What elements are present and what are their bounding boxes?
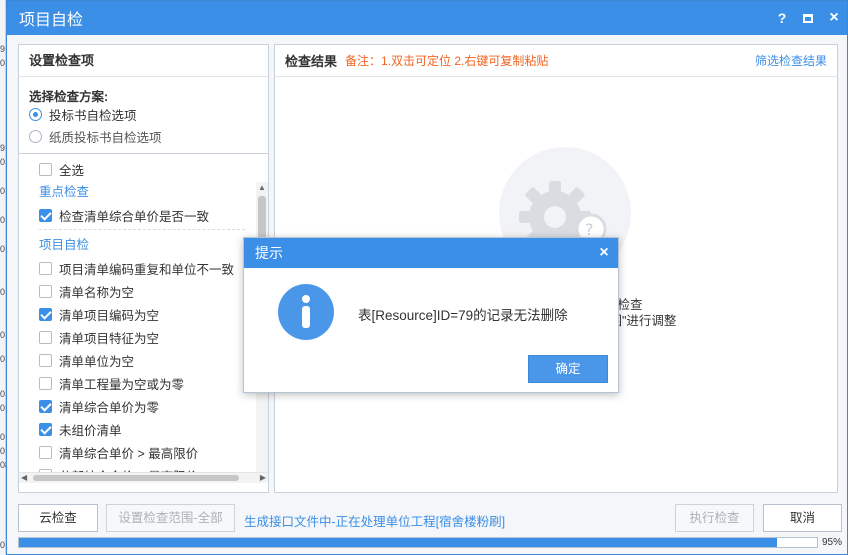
checkbox-checked-icon [39, 423, 52, 436]
gutter-number: 0 [0, 446, 6, 456]
check-item[interactable]: 清单项目特征为空 [19, 326, 255, 349]
scheme-label: 纸质投标书自检选项 [49, 130, 162, 145]
group-divider [39, 229, 245, 230]
gutter-number: 0 [0, 244, 6, 254]
filter-results-link[interactable]: 筛选检查结果 [755, 52, 827, 69]
checkbox-icon [39, 354, 52, 367]
close-button[interactable]: × [821, 5, 847, 31]
checkbox-icon [39, 163, 52, 176]
check-item-label: 未组价清单 [59, 424, 122, 438]
cloud-check-button[interactable]: 云检查 [18, 504, 98, 532]
set-check-range-button[interactable]: 设置检查范围-全部 [106, 504, 235, 532]
check-item[interactable]: 清单综合单价为零 [19, 395, 255, 418]
gutter-number: 0 [0, 215, 6, 225]
dialog-close-button[interactable]: × [590, 244, 618, 262]
ok-button[interactable]: 确定 [528, 355, 608, 383]
check-item-label: 检查清单综合单价是否一致 [59, 210, 210, 224]
checkbox-checked-icon [39, 308, 52, 321]
gutter-number: 0 [0, 287, 6, 297]
dialog-title: 提示 [255, 245, 283, 261]
progress-percent: 95% [822, 537, 843, 548]
check-item-label: 清单单位为空 [59, 355, 135, 369]
restore-button[interactable] [795, 5, 821, 31]
group-title-self-check: 项目自检 [39, 238, 90, 252]
check-items-content: 全选 重点检查 检查清单综合单价是否一致 项目自检 项目清单编码重复和单位不一致… [19, 154, 255, 483]
check-settings-panel: 设置检查项 选择检查方案: 投标书自检选项 纸质投标书自检选项 全选 重点检查 … [18, 44, 269, 493]
window-title: 项目自检 [19, 12, 84, 29]
check-item-label: 项目清单编码重复和单位不一致 [59, 263, 235, 277]
gutter-number: 0 [0, 389, 6, 399]
check-item[interactable]: 清单名称为空 [19, 280, 255, 303]
radio-selected-icon [29, 107, 42, 121]
checkbox-icon [39, 285, 52, 298]
gutter-number: 9 [0, 44, 6, 54]
panel-title: 设置检查项 [19, 45, 268, 77]
scheme-title: 选择检查方案: [29, 90, 109, 104]
gutter-number: 0 [0, 330, 6, 340]
status-text: 生成接口文件中-正在处理单位工程[宿舍楼粉刷] [244, 515, 506, 529]
gutter-number: 0 [0, 403, 6, 413]
checkbox-checked-icon [39, 400, 52, 413]
gutter-number: 0 [0, 540, 6, 550]
checkbox-label: 全选 [59, 164, 85, 178]
help-button[interactable]: ? [769, 5, 795, 31]
restore-icon [803, 13, 813, 23]
info-icon [278, 284, 334, 340]
progress-fill [19, 538, 778, 547]
check-item-label: 清单项目特征为空 [59, 332, 160, 346]
project-self-check-window: 项目自检 ? × 设置检查项 选择检查方案: 投标书自检选项 纸质投标书自检选项… [6, 0, 848, 555]
checkbox-checked-icon [39, 209, 52, 222]
scrollbar-thumb[interactable] [33, 475, 239, 481]
alert-dialog: 提示 × 表[Resource]ID=79的记录无法删除 确定 [243, 237, 619, 393]
check-item[interactable]: 检查清单综合单价是否一致 [19, 204, 255, 227]
check-item-label: 清单综合单价为零 [59, 401, 160, 415]
gutter-number: 0 [0, 354, 6, 364]
run-check-button[interactable]: 执行检查 [675, 504, 754, 532]
dialog-titlebar: 提示 × [244, 238, 618, 268]
check-item-label: 清单名称为空 [59, 286, 135, 300]
results-header: 检查结果 备注：1.双击可定位 2.右键可复制粘贴 筛选检查结果 [275, 45, 837, 77]
checkbox-icon [39, 262, 52, 275]
check-item[interactable]: 清单工程量为空或为零 [19, 372, 255, 395]
select-all-checkbox[interactable]: 全选 [19, 158, 255, 181]
results-title: 检查结果 [285, 54, 338, 69]
scheme-option-bid[interactable]: 投标书自检选项 [19, 103, 268, 125]
window-titlebar: 项目自检 ? × [7, 1, 847, 35]
check-items-list: 全选 重点检查 检查清单综合单价是否一致 项目自检 项目清单编码重复和单位不一致… [19, 153, 268, 483]
checkbox-icon [39, 377, 52, 390]
dialog-message: 表[Resource]ID=79的记录无法删除 [358, 308, 568, 323]
results-note: 备注：1.双击可定位 2.右键可复制粘贴 [345, 54, 549, 68]
checkbox-icon [39, 446, 52, 459]
check-item[interactable]: 未组价清单 [19, 418, 255, 441]
check-item-label: 清单工程量为空或为零 [59, 378, 185, 392]
scheme-option-paper[interactable]: 纸质投标书自检选项 [19, 125, 268, 147]
checkbox-icon [39, 331, 52, 344]
gutter-number: 0 [0, 432, 6, 442]
group-title-key-check: 重点检查 [39, 185, 90, 199]
cancel-button[interactable]: 取消 [763, 504, 842, 532]
check-item[interactable]: 清单单位为空 [19, 349, 255, 372]
scroll-right-icon[interactable]: ▶ [260, 473, 266, 482]
gutter-number: 9 [0, 143, 6, 153]
scheme-label: 投标书自检选项 [49, 108, 137, 123]
radio-icon [29, 129, 42, 143]
gutter-number: 0 [0, 157, 6, 167]
check-item-label: 清单综合单价 > 最高限价 [59, 447, 199, 461]
check-item[interactable]: 清单项目编码为空 [19, 303, 255, 326]
progress-bar [18, 537, 818, 548]
check-item-label: 清单项目编码为空 [59, 309, 160, 323]
horizontal-scrollbar[interactable]: ◀ ▶ [19, 472, 268, 483]
check-item[interactable]: 清单综合单价 > 最高限价 [19, 441, 255, 464]
check-item[interactable]: 项目清单编码重复和单位不一致 [19, 257, 255, 280]
scroll-up-icon[interactable]: ▲ [256, 182, 268, 194]
gutter-number: 0 [0, 58, 6, 68]
gutter-number: 0 [0, 186, 6, 196]
scroll-left-icon[interactable]: ◀ [21, 473, 27, 482]
